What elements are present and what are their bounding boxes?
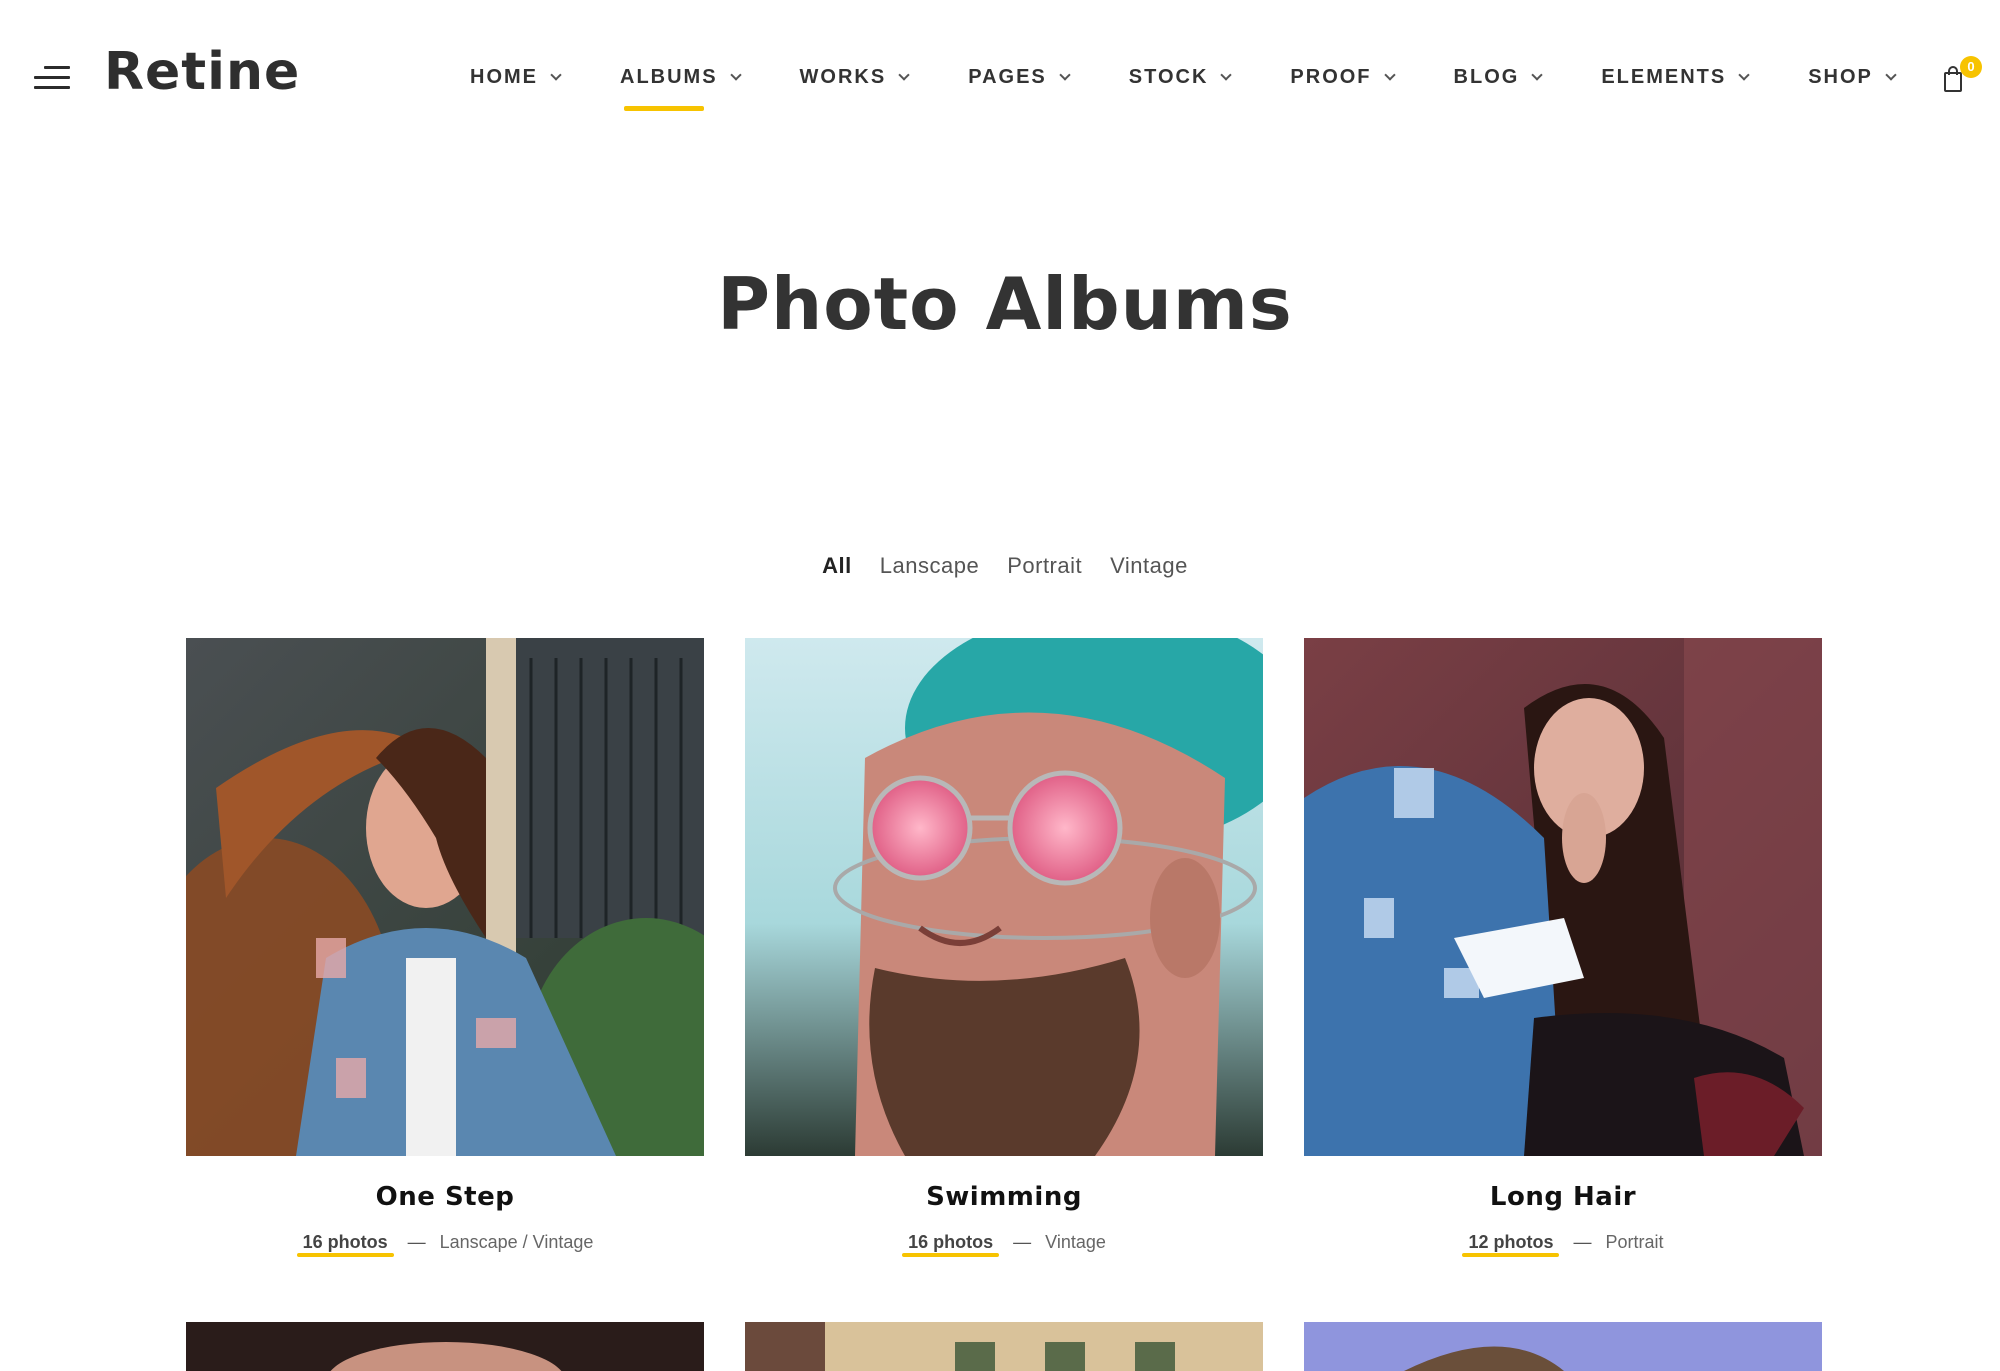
photo-count-link[interactable]: 12 photos [1462, 1232, 1560, 1257]
album-title[interactable]: Long Hair [1304, 1182, 1822, 1212]
chevron-down-icon [1885, 68, 1897, 81]
cart-button[interactable]: 0 [1940, 56, 1982, 94]
album-cover-image[interactable] [1304, 638, 1822, 1156]
nav-item-home[interactable]: HOME [470, 62, 562, 92]
nav-item-elements[interactable]: ELEMENTS [1601, 62, 1750, 92]
album-categories[interactable]: Lanscape / Vintage [440, 1232, 594, 1253]
album-cover-image[interactable] [1304, 1322, 1822, 1371]
nav-item-label: HOME [470, 65, 538, 88]
site-header: Retine HOME ALBUMS WORKS PAGES STOCK PRO… [0, 0, 2000, 150]
album-cover-image[interactable] [745, 638, 1263, 1156]
nav-item-label: ELEMENTS [1601, 65, 1727, 88]
nav-item-works[interactable]: WORKS [799, 62, 910, 92]
album-meta: 16 photos — Vintage [745, 1232, 1263, 1257]
nav-item-label: PROOF [1290, 65, 1372, 88]
album-meta: 12 photos — Portrait [1304, 1232, 1822, 1257]
album-cover-image[interactable] [186, 1322, 704, 1371]
album-title[interactable]: One Step [186, 1182, 704, 1212]
nav-item-label: PAGES [968, 65, 1047, 88]
album-filters: All Lanscape Portrait Vintage [0, 553, 2000, 579]
album-cover-image[interactable] [745, 1322, 1263, 1371]
meta-separator: — [1573, 1232, 1592, 1252]
chevron-down-icon [1059, 68, 1071, 81]
chevron-down-icon [1220, 68, 1233, 81]
filter-all[interactable]: All [822, 553, 852, 579]
main-nav: HOME ALBUMS WORKS PAGES STOCK PROOF BLOG [470, 62, 1897, 111]
nav-item-label: STOCK [1128, 65, 1209, 88]
nav-item-label: BLOG [1453, 65, 1520, 88]
nav-item-shop[interactable]: SHOP [1808, 62, 1897, 92]
nav-item-albums[interactable]: ALBUMS [620, 62, 742, 111]
active-indicator [624, 106, 704, 111]
photo-count-link[interactable]: 16 photos [296, 1232, 394, 1257]
chevron-down-icon [1383, 68, 1396, 81]
filter-portrait[interactable]: Portrait [1007, 553, 1082, 579]
site-logo[interactable]: Retine [104, 42, 300, 102]
album-cover-image[interactable] [186, 638, 704, 1156]
nav-item-blog[interactable]: BLOG [1453, 62, 1543, 92]
album-meta: 16 photos — Lanscape / Vintage [186, 1232, 704, 1257]
chevron-down-icon [898, 68, 910, 81]
cart-count-badge: 0 [1960, 56, 1982, 78]
chevron-down-icon [1738, 68, 1750, 81]
chevron-down-icon [729, 68, 742, 81]
nav-item-label: SHOP [1808, 65, 1873, 88]
chevron-down-icon [550, 68, 562, 81]
hamburger-menu-icon[interactable] [34, 66, 70, 90]
shopping-bag-icon [1944, 72, 1962, 92]
filter-lanscape[interactable]: Lanscape [880, 553, 979, 579]
filter-vintage[interactable]: Vintage [1110, 553, 1188, 579]
nav-item-stock[interactable]: STOCK [1128, 62, 1233, 92]
meta-separator: — [1013, 1232, 1032, 1252]
album-title[interactable]: Swimming [745, 1182, 1263, 1212]
nav-item-label: WORKS [799, 65, 887, 88]
page-title: Photo Albums [717, 262, 1293, 346]
nav-item-pages[interactable]: PAGES [968, 62, 1071, 92]
nav-item-proof[interactable]: PROOF [1290, 62, 1396, 92]
photo-count-link[interactable]: 16 photos [902, 1232, 1000, 1257]
chevron-down-icon [1531, 68, 1543, 81]
album-categories[interactable]: Portrait [1605, 1232, 1663, 1253]
nav-item-label: ALBUMS [620, 65, 718, 88]
meta-separator: — [407, 1232, 426, 1252]
album-categories[interactable]: Vintage [1045, 1232, 1106, 1253]
